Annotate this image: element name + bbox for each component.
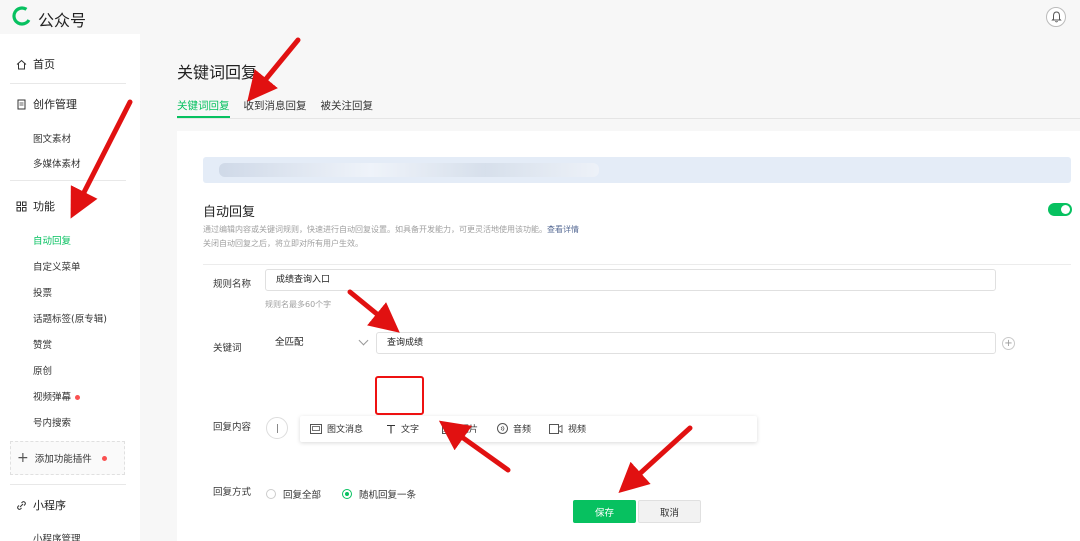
sidebar-item-media[interactable]: 多媒体素材: [33, 156, 81, 170]
rule-name-hint: 规则名最多60个字: [265, 300, 332, 309]
sidebar-section-creation[interactable]: 创作管理: [16, 96, 77, 112]
add-plugin-button[interactable]: + 添加功能插件: [10, 441, 125, 475]
add-plugin-label: 添加功能插件: [34, 454, 92, 465]
sidebar-section-label: 功能: [33, 200, 55, 213]
reply-type-article[interactable]: 图文消息: [310, 422, 363, 435]
wechat-logo-icon: [12, 6, 32, 26]
picture-text-icon: [310, 423, 322, 434]
reply-mode-label: 回复方式: [213, 487, 252, 498]
tab-keyword-reply[interactable]: 关键词回复: [177, 98, 230, 118]
video-icon: [549, 423, 563, 434]
section-title: 自动回复: [203, 205, 256, 220]
details-link[interactable]: 查看详情: [547, 225, 579, 234]
sidebar: 首页 创作管理 图文素材 多媒体素材 功能 自动回复 自定义菜单 投票 话题标签…: [0, 34, 140, 541]
sidebar-item-topic-tags[interactable]: 话题标签(原专辑): [33, 311, 107, 325]
sidebar-item-original[interactable]: 原创: [33, 363, 52, 377]
save-button[interactable]: 保存: [573, 500, 636, 523]
reply-type-label: 文字: [401, 425, 420, 435]
sidebar-item-auto-reply[interactable]: 自动回复: [33, 233, 71, 247]
grid-icon: [16, 201, 27, 211]
home-icon: [16, 59, 27, 69]
new-badge-dot: [75, 395, 81, 400]
notice-banner: [203, 157, 1071, 183]
reply-type-video[interactable]: 视频: [549, 422, 586, 435]
keyword-label: 关键词: [213, 343, 242, 354]
sidebar-divider: [10, 180, 126, 181]
main-content: 关键词回复 关键词回复 收到消息回复 被关注回复 自动回复 通过编辑内容或关键词…: [140, 34, 1080, 541]
sidebar-item-mini-program-manage[interactable]: 小程序管理: [33, 531, 81, 541]
blurred-notice-text: [219, 163, 599, 177]
add-keyword-plus-icon[interactable]: +: [1002, 337, 1015, 350]
match-mode-value: 全匹配: [275, 337, 304, 348]
sidebar-section-features[interactable]: 功能: [16, 198, 55, 214]
form-divider: [203, 264, 1071, 265]
sidebar-item-home[interactable]: 首页: [16, 56, 55, 72]
reply-type-audio[interactable]: 音频: [497, 422, 531, 435]
reply-type-text[interactable]: 文字: [386, 422, 419, 435]
reply-content-toggle[interactable]: [266, 417, 288, 439]
cancel-button[interactable]: 取消: [638, 500, 701, 523]
sidebar-divider: [10, 83, 126, 84]
image-icon: [442, 423, 455, 434]
sidebar-item-label: 视频弹幕: [33, 392, 72, 403]
tab-message-reply[interactable]: 收到消息回复: [244, 98, 307, 118]
tabs-divider: [177, 118, 1080, 119]
plus-icon: +: [17, 450, 29, 466]
sidebar-section-mini-program[interactable]: 小程序: [16, 497, 66, 513]
auto-reply-toggle[interactable]: [1048, 203, 1072, 216]
reply-type-image[interactable]: 图片: [442, 422, 478, 435]
link-icon: [17, 500, 26, 510]
keyword-input[interactable]: 查询成绩: [376, 332, 996, 354]
reply-type-label: 图片: [460, 425, 479, 435]
rule-name-label: 规则名称: [213, 279, 252, 290]
sidebar-item-custom-menu[interactable]: 自定义菜单: [33, 259, 81, 273]
reply-type-toolbar: 图文消息 文字 图片 音频 视频: [300, 416, 757, 442]
brand-name: 公众号: [38, 11, 87, 30]
rule-card: 自动回复 通过编辑内容或关键词规则，快速进行自动回复设置。如具备开发能力，可更灵…: [177, 131, 1080, 541]
sidebar-item-video-danmaku[interactable]: 视频弹幕: [33, 389, 81, 403]
notification-bell-icon[interactable]: [1046, 7, 1066, 27]
chevron-down-icon: [358, 335, 369, 346]
reply-type-label: 音频: [513, 425, 532, 435]
radio-circle-checked: [342, 489, 352, 499]
reply-content-label: 回复内容: [213, 422, 252, 433]
sidebar-item-label: 首页: [33, 58, 55, 71]
new-badge-dot: [101, 455, 107, 461]
reply-type-label: 视频: [568, 425, 587, 435]
sidebar-section-label: 创作管理: [33, 98, 77, 111]
radio-circle: [266, 489, 276, 499]
annotation-highlight-box: [375, 376, 424, 415]
radio-label: 随机回复一条: [359, 490, 417, 501]
tab-follow-reply[interactable]: 被关注回复: [321, 98, 374, 118]
document-icon: [17, 99, 26, 109]
match-mode-select[interactable]: 全匹配: [265, 332, 373, 354]
text-icon: [387, 424, 395, 433]
radio-random-reply[interactable]: 随机回复一条: [342, 487, 416, 501]
rule-name-input[interactable]: 成绩查询入口: [265, 269, 996, 291]
section-description: 通过编辑内容或关键词规则，快速进行自动回复设置。如具备开发能力，可更灵活地使用该…: [203, 225, 579, 234]
sidebar-item-search[interactable]: 号内搜索: [33, 415, 71, 429]
top-bar: 公众号: [0, 0, 1080, 34]
reply-type-label: 图文消息: [327, 425, 364, 435]
radio-reply-all[interactable]: 回复全部: [266, 487, 321, 501]
radio-label: 回复全部: [283, 490, 322, 501]
sidebar-item-articles[interactable]: 图文素材: [33, 131, 71, 145]
sidebar-item-appreciation[interactable]: 赞赏: [33, 337, 52, 351]
sidebar-divider: [10, 484, 126, 485]
audio-icon: [497, 423, 508, 434]
sidebar-item-vote[interactable]: 投票: [33, 285, 52, 299]
sidebar-section-label: 小程序: [33, 499, 66, 512]
tab-bar: 关键词回复 收到消息回复 被关注回复: [177, 98, 373, 118]
page-title: 关键词回复: [177, 63, 258, 82]
section-description-2: 关闭自动回复之后，将立即对所有用户生效。: [203, 239, 363, 248]
